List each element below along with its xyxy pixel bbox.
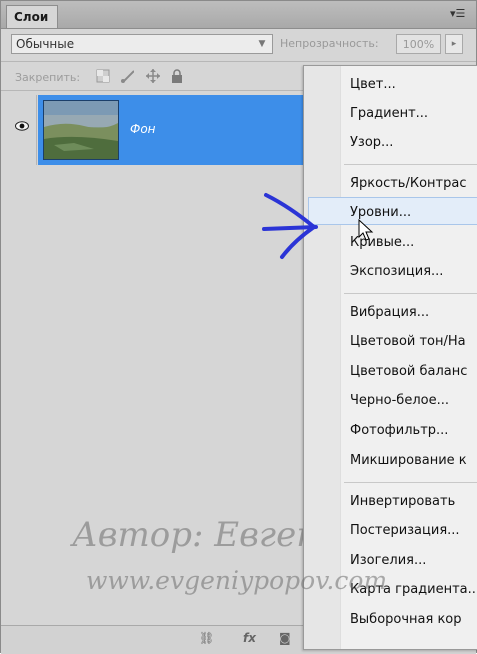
landscape-thumbnail-image [44,101,118,159]
lock-all-icon[interactable] [170,69,184,83]
menu-item-selective-color[interactable]: Выборочная кор [350,612,462,627]
layer-selected-background[interactable]: Фон [38,95,308,165]
menu-item-pattern[interactable]: Узор... [350,135,393,150]
menu-item-invert[interactable]: Инвертировать [350,494,455,509]
menu-item-black-white[interactable]: Черно-белое... [350,393,449,408]
menu-separator [344,482,477,483]
eye-icon [15,121,29,131]
fx-icon[interactable]: fx [243,631,256,645]
lock-brush-icon[interactable] [120,69,134,83]
menu-item-exposure[interactable]: Экспозиция... [350,264,443,279]
menu-item-photo-filter[interactable]: Фотофильтр... [350,423,448,438]
menu-item-color[interactable]: Цвет... [350,77,396,92]
opacity-slider-button[interactable]: ▸ [445,34,463,54]
menu-item-hue-saturation[interactable]: Цветовой тон/На [350,334,466,349]
lock-label: Закрепить: [15,71,81,84]
menu-item-vibrance[interactable]: Вибрация... [350,305,429,320]
menu-item-brightness-contrast[interactable]: Яркость/Контрас [350,176,466,191]
panel-menu-icon[interactable]: ▾☰ [450,7,468,21]
mask-icon[interactable]: ◙ [279,631,291,645]
watermark-url: www.evgeniypopov.com [86,566,388,595]
lock-transparency-icon[interactable] [96,69,110,83]
menu-item-posterize[interactable]: Постеризация... [350,523,460,538]
layer-thumbnail [43,100,119,160]
panel-titlebar: Слои ▾☰ [1,1,476,29]
menu-item-channel-mixer[interactable]: Микширование к [350,453,467,468]
annotation-arrow-icon [262,193,318,259]
adjustment-layer-menu: Цвет... Градиент... Узор... Яркость/Конт… [303,65,477,650]
menu-icon-strip [304,66,341,649]
divider [1,61,476,62]
menu-separator [344,293,477,294]
opacity-label: Непрозрачность: [280,37,379,50]
layer-row[interactable]: Фон [8,95,308,165]
visibility-toggle[interactable] [8,95,37,165]
tab-layers[interactable]: Слои [6,5,58,28]
menu-separator [344,164,477,165]
menu-item-levels[interactable]: Уровни... [350,205,411,220]
opacity-input[interactable]: 100% [396,34,441,54]
menu-item-color-balance[interactable]: Цветовой баланс [350,364,467,379]
layer-name: Фон [130,122,156,136]
lock-move-icon[interactable] [146,69,160,83]
link-icon[interactable]: ⛓ [199,631,214,645]
blend-mode-value: Обычные [16,37,75,51]
blend-mode-select[interactable]: Обычные ▼ [11,34,273,54]
menu-item-gradient[interactable]: Градиент... [350,106,428,121]
mouse-cursor-icon [358,219,374,241]
chevron-down-icon: ▼ [258,39,266,49]
